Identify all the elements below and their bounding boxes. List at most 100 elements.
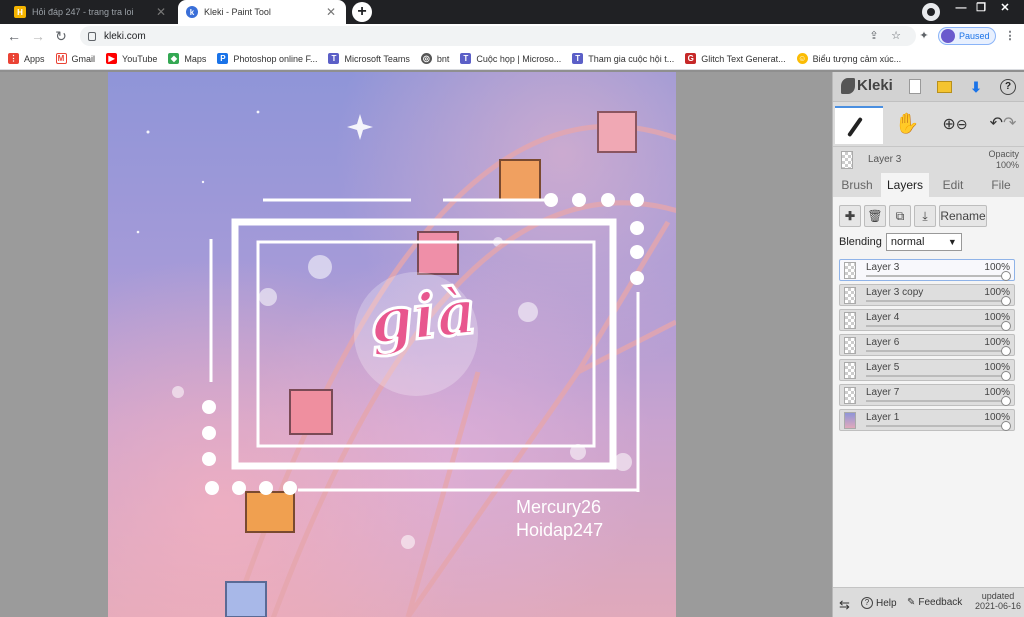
slider-knob[interactable] (1001, 396, 1011, 406)
tab-title: Kleki - Paint Tool (204, 7, 271, 17)
swap-sides-icon[interactable]: ⇆ (839, 597, 850, 613)
glitch-icon: G (685, 53, 697, 64)
layer-name: Layer 3 (866, 262, 900, 273)
blending-row: Blending normal ▼ (839, 233, 962, 251)
duplicate-icon: ⧉ (895, 209, 905, 223)
bookmark-youtube[interactable]: ▶ YouTube (106, 53, 157, 64)
new-tab-button[interactable]: + (352, 2, 372, 22)
slider-knob[interactable] (1001, 346, 1011, 356)
rename-button[interactable]: Rename (939, 205, 987, 227)
layer-row[interactable]: Layer 4 100% (839, 309, 1015, 331)
layer-opacity-slider[interactable] (866, 396, 1011, 406)
add-layer-button[interactable]: ✚ (839, 205, 861, 227)
blending-select[interactable]: normal ▼ (885, 233, 962, 251)
kleki-workspace: già Mercury26 Hoidap247 (0, 72, 832, 617)
slider-knob[interactable] (1001, 421, 1011, 431)
slider-knob[interactable] (1001, 371, 1011, 381)
new-image-icon[interactable] (905, 77, 925, 97)
layer-row[interactable]: Layer 3 copy 100% (839, 284, 1015, 306)
slider-knob[interactable] (1001, 296, 1011, 306)
layer-thumbnail (844, 412, 856, 429)
restore-icon[interactable]: ❐ (970, 0, 992, 18)
merge-down-button[interactable]: ⤓ (914, 205, 936, 227)
zoom-icon[interactable]: ⊕⊖ (931, 106, 979, 144)
tab-edit[interactable]: Edit (929, 173, 977, 197)
help-circle-icon: ? (861, 597, 873, 609)
layer-row[interactable]: Layer 1 100% (839, 409, 1015, 431)
bookmark-apps[interactable]: ⋮ Apps (8, 53, 45, 64)
layer-thumbnail (844, 387, 856, 404)
tab-strip: H Hỏi đáp 247 - trang tra loi ✕ k Kleki … (0, 0, 1024, 24)
share-icon[interactable]: ⇪ (866, 28, 882, 44)
apps-grid-icon: ⋮ (8, 53, 19, 64)
reload-icon[interactable]: ↻ (53, 28, 69, 44)
forward-icon[interactable]: → (30, 28, 46, 44)
help-link[interactable]: ? Help (861, 597, 897, 609)
redo-icon: ↷ (1003, 115, 1017, 132)
close-tab-icon[interactable]: ✕ (154, 5, 168, 19)
extensions-icon[interactable]: ✦ (916, 28, 932, 44)
tab-search-icon[interactable] (922, 3, 940, 21)
layer-opacity-slider[interactable] (866, 271, 1011, 281)
bookmarks-bar: ⋮ Apps M Gmail ▶ YouTube ◆ Maps P Photoshop o… (0, 48, 1024, 70)
slider-knob[interactable] (1001, 321, 1011, 331)
merge-down-icon: ⤓ (922, 209, 928, 223)
close-tab-icon[interactable]: ✕ (324, 5, 338, 19)
minimize-icon[interactable]: — (950, 0, 972, 18)
close-window-icon[interactable]: ✕ (994, 0, 1016, 18)
sticker-text: già (364, 273, 481, 360)
slider-knob[interactable] (1001, 271, 1011, 281)
tab-kleki[interactable]: k Kleki - Paint Tool ✕ (178, 0, 346, 24)
bookmark-teams-meeting[interactable]: T Cuộc họp | Microso... (460, 53, 561, 64)
download-icon[interactable]: ⬇ (966, 77, 986, 97)
back-icon[interactable]: ← (6, 28, 22, 44)
bookmark-maps[interactable]: ◆ Maps (168, 53, 206, 64)
feedback-link[interactable]: ✎ Feedback (907, 597, 962, 608)
brush-tool-icon[interactable] (835, 106, 883, 144)
emoji-icon: ☺ (796, 53, 808, 64)
layer-name: Layer 4 (866, 312, 900, 323)
layer-name: Layer 3 copy (866, 287, 924, 298)
browser-toolbar: ← → ↻ kleki.com ⇪ ☆ ✦ Paused ⋮ (0, 24, 1024, 48)
layer-row[interactable]: Layer 6 100% (839, 334, 1015, 356)
bookmark-gmail[interactable]: M Gmail (55, 53, 95, 64)
bookmark-teams[interactable]: T Microsoft Teams (328, 53, 410, 64)
current-layer-bar: Layer 3 Opacity 100% (833, 146, 1024, 172)
sidebar-header: Kleki ⬇ ? (833, 72, 1024, 102)
tab-file[interactable]: File (977, 173, 1024, 197)
kleki-logo[interactable]: Kleki (841, 77, 893, 94)
current-layer-thumbnail (841, 151, 853, 169)
bookmark-teams-join[interactable]: T Tham gia cuộc hội t... (572, 53, 674, 64)
bookmark-photoshop[interactable]: P Photoshop online F... (217, 53, 317, 64)
layer-opacity-slider[interactable] (866, 321, 1011, 331)
browser-menu-icon[interactable]: ⋮ (1002, 28, 1018, 44)
layer-row[interactable]: Layer 5 100% (839, 359, 1015, 381)
drawing-canvas[interactable]: già Mercury26 Hoidap247 (108, 72, 676, 617)
feedback-icon: ✎ (907, 597, 916, 608)
address-bar[interactable]: kleki.com (80, 26, 916, 46)
tab-hoidap[interactable]: H Hỏi đáp 247 - trang tra loi ✕ (6, 0, 176, 24)
layer-opacity-slider[interactable] (866, 421, 1011, 431)
profile-status: Paused (959, 31, 990, 41)
profile-button[interactable]: Paused (938, 27, 996, 45)
layer-opacity-slider[interactable] (866, 371, 1011, 381)
undo-redo-icon[interactable]: ↶↷ (979, 106, 1024, 144)
delete-layer-button[interactable]: 🗑 (864, 205, 886, 227)
bookmark-glitch[interactable]: G Glitch Text Generat... (685, 53, 786, 64)
layers-panel: ✚ 🗑 ⧉ ⤓ Rename Blending normal ▼ Layer 3… (833, 197, 1024, 587)
layer-opacity-slider[interactable] (866, 296, 1011, 306)
bookmark-bnt[interactable]: ◎ bnt (420, 53, 449, 64)
layer-name: Layer 5 (866, 362, 900, 373)
help-icon[interactable]: ? (998, 77, 1018, 97)
bookmark-star-icon[interactable]: ☆ (888, 28, 904, 44)
layer-name: Layer 6 (866, 337, 900, 348)
hand-tool-icon[interactable]: ✋ (883, 106, 931, 144)
layer-opacity-slider[interactable] (866, 346, 1011, 356)
duplicate-layer-button[interactable]: ⧉ (889, 205, 911, 227)
layer-row[interactable]: Layer 3 100% (839, 259, 1015, 281)
tab-brush[interactable]: Brush (833, 173, 881, 197)
bookmark-emoji[interactable]: ☺ Biểu tượng cảm xúc... (796, 53, 901, 64)
layer-row[interactable]: Layer 7 100% (839, 384, 1015, 406)
tab-layers[interactable]: Layers (881, 173, 929, 197)
open-folder-icon[interactable] (934, 77, 954, 97)
